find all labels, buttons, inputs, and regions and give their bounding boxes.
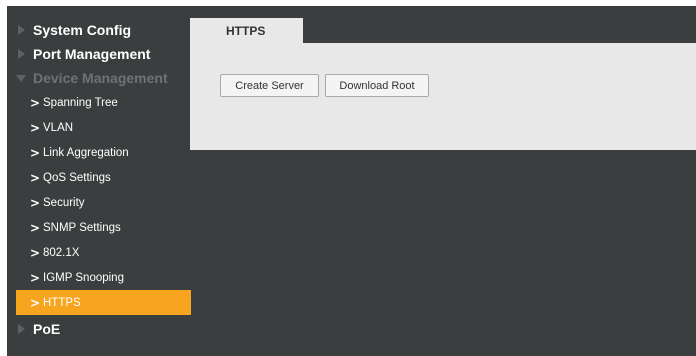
sidebar-section-port-management[interactable]: Port Management bbox=[16, 42, 191, 66]
tab-https[interactable]: HTTPS bbox=[190, 18, 303, 43]
chevron-right-icon: > bbox=[30, 220, 41, 235]
triangle-right-icon bbox=[18, 49, 25, 59]
sidebar-item-snmp-settings[interactable]: > SNMP Settings bbox=[16, 215, 191, 240]
download-root-button[interactable]: Download Root bbox=[325, 74, 429, 97]
main-content: HTTPS Create Server Download Root bbox=[190, 18, 696, 150]
sidebar-section-label: Port Management bbox=[33, 46, 151, 62]
chevron-right-icon: > bbox=[30, 120, 41, 135]
sidebar-item-label: SNMP Settings bbox=[43, 221, 121, 234]
triangle-down-icon bbox=[16, 74, 26, 82]
sidebar-item-label: Security bbox=[43, 196, 85, 209]
chevron-right-icon: > bbox=[30, 95, 41, 110]
sidebar-item-https[interactable]: > HTTPS bbox=[16, 290, 191, 315]
sidebar-section-label: Device Management bbox=[33, 70, 168, 86]
sidebar-item-label: HTTPS bbox=[43, 296, 81, 309]
sidebar-item-security[interactable]: > Security bbox=[16, 190, 191, 215]
sidebar-item-vlan[interactable]: > VLAN bbox=[16, 115, 191, 140]
chevron-right-icon: > bbox=[30, 295, 41, 310]
sidebar-item-igmp-snooping[interactable]: > IGMP Snooping bbox=[16, 265, 191, 290]
chevron-right-icon: > bbox=[30, 195, 41, 210]
create-server-button[interactable]: Create Server bbox=[220, 74, 319, 97]
triangle-right-icon bbox=[18, 324, 25, 334]
chevron-right-icon: > bbox=[30, 245, 41, 260]
sidebar-item-qos-settings[interactable]: > QoS Settings bbox=[16, 165, 191, 190]
sidebar-item-label: QoS Settings bbox=[43, 171, 111, 184]
triangle-right-icon bbox=[18, 25, 25, 35]
chevron-right-icon: > bbox=[30, 270, 41, 285]
sidebar-section-poe[interactable]: PoE bbox=[16, 317, 191, 341]
sidebar-section-label: PoE bbox=[33, 321, 61, 337]
sidebar-item-label: 802.1X bbox=[43, 246, 80, 259]
sidebar-item-8021x[interactable]: > 802.1X bbox=[16, 240, 191, 265]
sidebar-item-label: IGMP Snooping bbox=[43, 271, 124, 284]
chevron-right-icon: > bbox=[30, 170, 41, 185]
tab-bar: HTTPS bbox=[190, 18, 696, 43]
sidebar-item-label: VLAN bbox=[43, 121, 74, 134]
sidebar-item-label: Spanning Tree bbox=[43, 96, 118, 109]
sidebar-item-link-aggregation[interactable]: > Link Aggregation bbox=[16, 140, 191, 165]
sidebar-section-device-management[interactable]: Device Management bbox=[16, 66, 191, 90]
chevron-right-icon: > bbox=[30, 145, 41, 160]
sidebar-nav: System Config Port Management Device Man… bbox=[16, 18, 191, 341]
sidebar-section-system-config[interactable]: System Config bbox=[16, 18, 191, 42]
sidebar-item-spanning-tree[interactable]: > Spanning Tree bbox=[16, 90, 191, 115]
sidebar-section-label: System Config bbox=[33, 22, 132, 38]
sidebar-item-label: Link Aggregation bbox=[43, 146, 129, 159]
https-panel: Create Server Download Root bbox=[190, 43, 696, 150]
